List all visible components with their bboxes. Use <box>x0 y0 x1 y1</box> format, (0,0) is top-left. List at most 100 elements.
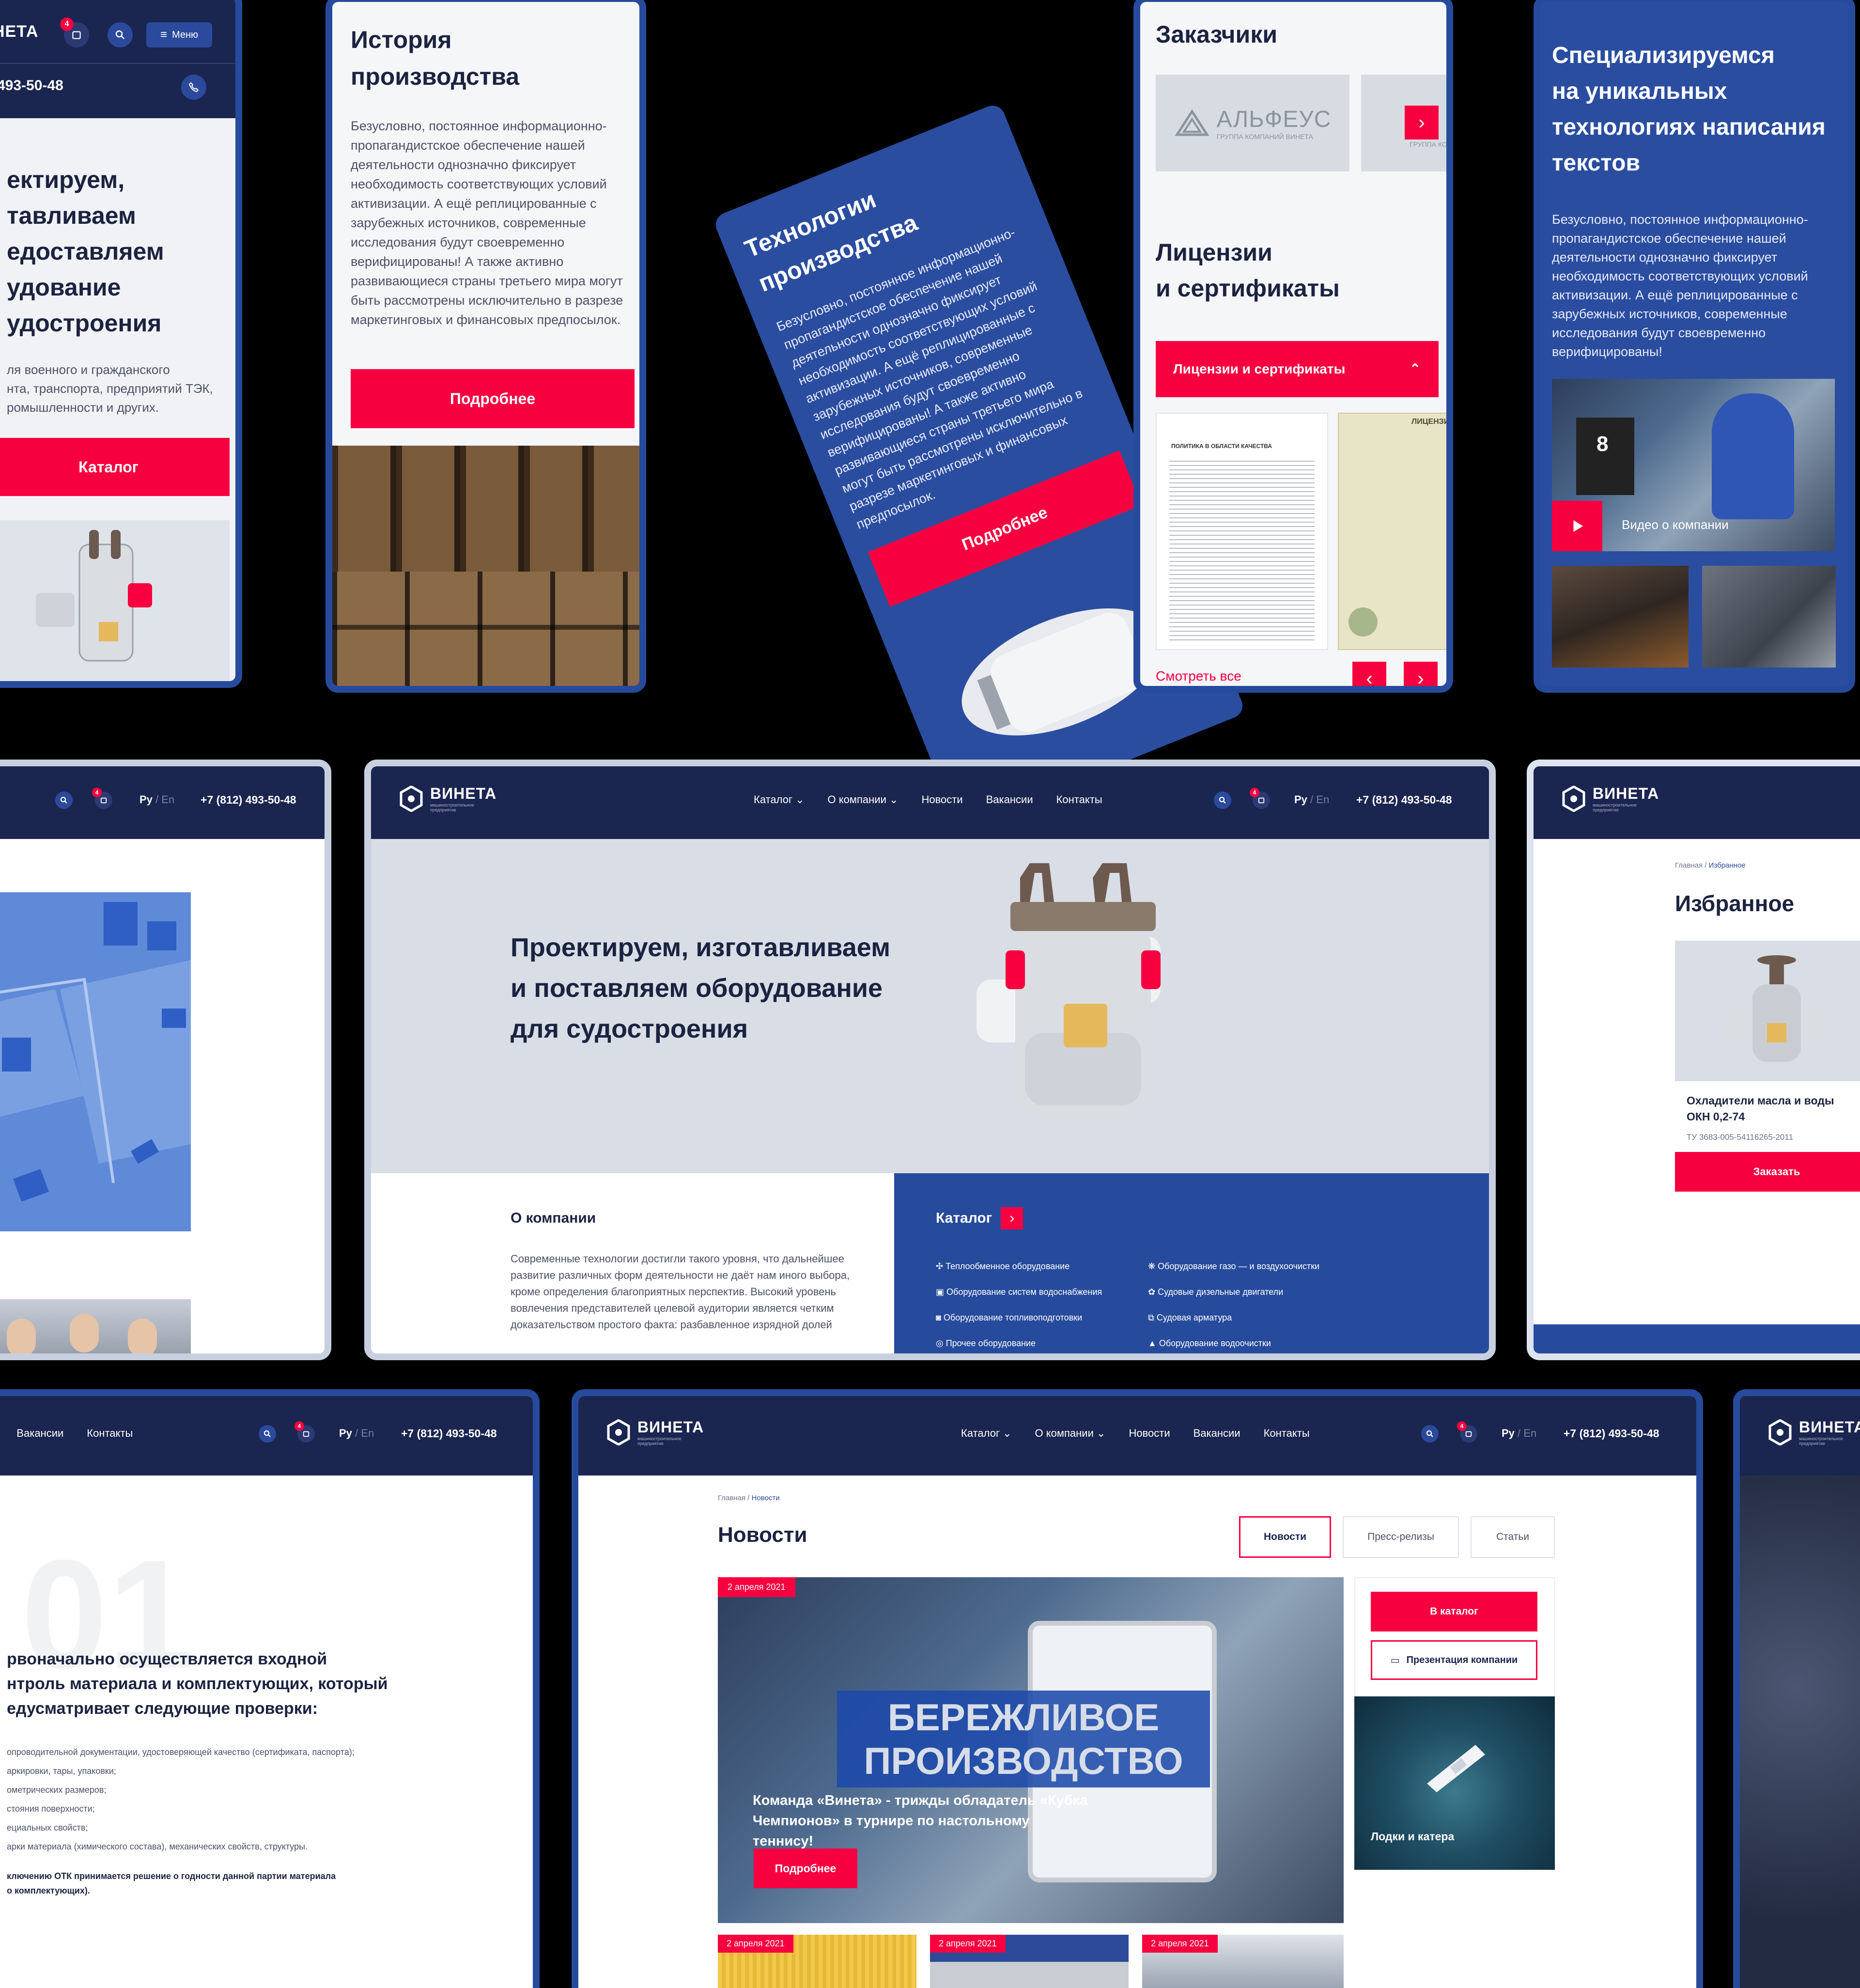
lang-ru[interactable]: Ру <box>1294 793 1307 806</box>
history-title-line: производства <box>351 63 520 90</box>
next-arrow-button[interactable]: › <box>1405 106 1439 140</box>
alfeus-logo-sub: ГРУППА КОМПАНИЙ ВИНЕТА <box>1216 132 1313 140</box>
see-all-link[interactable]: Смотреть все <box>1156 668 1241 684</box>
tab-news[interactable]: Новости <box>1239 1516 1331 1558</box>
lang-switch[interactable]: Ру / En <box>339 1427 374 1440</box>
brand-logo-text[interactable]: ВИНЕТА <box>0 22 38 41</box>
news-thumb-3[interactable]: 2 апреля 2021 <box>1142 1935 1344 1988</box>
to-catalog-button[interactable]: В каталог <box>1371 1592 1537 1631</box>
nav-contacts[interactable]: Контакты <box>1056 793 1102 806</box>
tab-articles[interactable]: Статьи <box>1471 1516 1555 1558</box>
certificate-2[interactable]: ЛИЦЕНЗИ <box>1338 413 1446 650</box>
catalog-item[interactable]: ⧉ Судовая арматура <box>1148 1305 1319 1331</box>
phone-icon[interactable] <box>181 75 206 100</box>
catalog-item[interactable]: ▣ Оборудование систем водоснабжения <box>936 1279 1102 1305</box>
brand-tagline: машиностроительное предприятие <box>430 803 474 812</box>
header-phone[interactable]: +7 (812) 493-50-48 <box>401 1427 497 1440</box>
breadcrumb-current: Новости <box>751 1494 780 1502</box>
nav-vacancies[interactable]: Вакансии <box>986 793 1033 806</box>
news-thumb-1[interactable]: 2 апреля 2021 <box>718 1935 916 1988</box>
search-icon[interactable] <box>55 792 73 809</box>
play-icon[interactable] <box>1552 501 1602 551</box>
header-phone[interactable]: +7 (812) 493-50-48 <box>1564 1427 1659 1440</box>
search-icon[interactable] <box>1214 792 1231 809</box>
boats-promo[interactable]: Лодки и катера <box>1354 1696 1555 1870</box>
catalog-item[interactable]: ▲ Оборудование водоочистки <box>1148 1331 1319 1353</box>
search-icon[interactable] <box>108 22 133 47</box>
nav-about[interactable]: О компании ⌄ <box>828 793 899 806</box>
brand-name: ВИНЕТА <box>637 1418 704 1436</box>
lean-banner-line: ПРОИЗВОДСТВО <box>864 1740 1183 1782</box>
nav-about[interactable]: О компании ⌄ <box>1035 1427 1106 1440</box>
catalog-item[interactable]: ◎ Прочее оборудование <box>936 1331 1102 1353</box>
hero-text-line: нта, транспорта, предприятий ТЭК, <box>7 381 213 396</box>
catalog-button[interactable]: Каталог <box>0 438 230 496</box>
history-photo <box>332 446 639 686</box>
menu-button[interactable]: ≡ Меню <box>146 22 212 47</box>
history-title-line: История <box>351 26 452 53</box>
catalog-item[interactable]: ◙ Оборудование топливоподготовки <box>936 1305 1102 1331</box>
order-button[interactable]: Заказать <box>1675 1152 1860 1192</box>
main-news-more-button[interactable]: Подробнее <box>754 1848 857 1888</box>
brand-name: ВИНЕТА <box>1593 785 1659 802</box>
nav-vacancies[interactable]: Вакансии <box>1194 1427 1240 1440</box>
lang-en[interactable]: En <box>161 793 174 806</box>
catalog-item[interactable]: ✿ Судовые дизельные двигатели <box>1148 1279 1319 1305</box>
nav-catalog[interactable]: Каталог ⌄ <box>961 1427 1012 1440</box>
customers-title: Заказчики <box>1156 21 1278 48</box>
catalog-item[interactable]: ✣ Теплообменное оборудование <box>936 1254 1102 1279</box>
breadcrumb-home[interactable]: Главная <box>718 1494 745 1502</box>
brand-logo[interactable]: ВИНЕТА машиностроительное предприятие <box>399 785 496 812</box>
lang-switch[interactable]: Ру / En <box>140 793 174 806</box>
brand-logo[interactable]: ВИНЕТА машиностроительное предприятие <box>1768 1418 1860 1446</box>
person-3 <box>128 1319 157 1353</box>
next-arrow-button-2[interactable]: › <box>1404 662 1438 686</box>
lang-ru[interactable]: Ру <box>1502 1427 1515 1439</box>
lang-ru[interactable]: Ру <box>140 793 153 806</box>
favorites-frame: ВИНЕТА машиностроительное предприятие Гл… <box>1527 760 1860 1360</box>
nav-contacts[interactable]: Контакты <box>1264 1427 1310 1440</box>
lang-en[interactable]: En <box>1316 793 1329 806</box>
brand-tagline: машиностроительное предприятие <box>1593 803 1637 812</box>
lang-switch[interactable]: Ру / En <box>1502 1427 1536 1440</box>
prev-arrow-button[interactable]: ‹ <box>1352 662 1386 686</box>
special-title-line: текстов <box>1552 150 1640 176</box>
product-card[interactable]: Охладители масла и воды ОКН 0,2-74 ТУ 36… <box>1675 941 1860 1193</box>
lang-en[interactable]: En <box>361 1427 374 1439</box>
catalog-heading[interactable]: Каталог › <box>936 1207 1023 1229</box>
quality-heading-line: рвоначально осуществляется входной <box>7 1650 327 1668</box>
search-icon[interactable] <box>259 1425 276 1443</box>
lang-en[interactable]: En <box>1523 1427 1536 1439</box>
licenses-dropdown[interactable]: Лицензии и сертификаты ⌃ <box>1156 341 1439 397</box>
nav-catalog[interactable]: Каталог ⌄ <box>754 793 805 806</box>
catalog-list-left: ✣ Теплообменное оборудование ▣ Оборудова… <box>936 1254 1102 1353</box>
catalog-item[interactable]: ❋ Оборудование газо — и воздухоочистки <box>1148 1254 1319 1279</box>
brand-logo[interactable]: ВИНЕТА машиностроительное предприятие <box>606 1418 704 1446</box>
lang-switch[interactable]: Ру / En <box>1294 793 1329 806</box>
brand-logo[interactable]: ВИНЕТА машиностроительное предприятие <box>1562 785 1659 812</box>
certificate-1[interactable]: ПОЛИТИКА В ОБЛАСТИ КАЧЕСТВА <box>1156 413 1328 650</box>
lang-ru[interactable]: Ру <box>339 1427 352 1439</box>
quality-checklist: опроводительной документации, удостоверя… <box>7 1743 355 1856</box>
mobile-phone[interactable]: 493-50-48 <box>0 78 63 94</box>
breadcrumb-home[interactable]: Главная <box>1675 861 1703 870</box>
presentation-button[interactable]: ▭ Презентация компании <box>1371 1640 1537 1680</box>
nav-contacts[interactable]: Контакты <box>87 1427 133 1440</box>
nav-news[interactable]: Новости <box>1129 1427 1170 1440</box>
catalog-list-right: ❋ Оборудование газо — и воздухоочистки ✿… <box>1148 1254 1319 1353</box>
customer-logo-card[interactable]: АЛЬФЕУС ГРУППА КОМПАНИЙ ВИНЕТА <box>1156 75 1349 171</box>
tab-press[interactable]: Пресс-релизы <box>1343 1516 1459 1558</box>
header-phone[interactable]: +7 (812) 493-50-48 <box>201 793 296 807</box>
news-thumb-2[interactable]: 2 апреля 2021 <box>930 1935 1129 1988</box>
main-nav: Каталог ⌄ О компании ⌄ Новости Вакансии … <box>754 793 1102 806</box>
map-area[interactable] <box>0 892 191 1231</box>
main-news-card[interactable]: 2 апреля 2021 БЕРЕЖЛИВОЕ ПРОИЗВОДСТВО Ко… <box>718 1577 1344 1923</box>
header-phone[interactable]: +7 (812) 493-50-48 <box>1356 793 1452 807</box>
arrow-right-icon[interactable]: › <box>1001 1207 1023 1229</box>
partial-header: ВИНЕТА машиностроительное предприятие <box>1740 1396 1860 1475</box>
history-more-button[interactable]: Подробнее <box>351 369 635 428</box>
nav-vacancies[interactable]: Вакансии <box>16 1427 63 1440</box>
search-icon[interactable] <box>1421 1425 1439 1443</box>
video-thumbnail[interactable]: 8 Видео о компании <box>1552 379 1835 551</box>
nav-news[interactable]: Новости <box>921 793 962 806</box>
